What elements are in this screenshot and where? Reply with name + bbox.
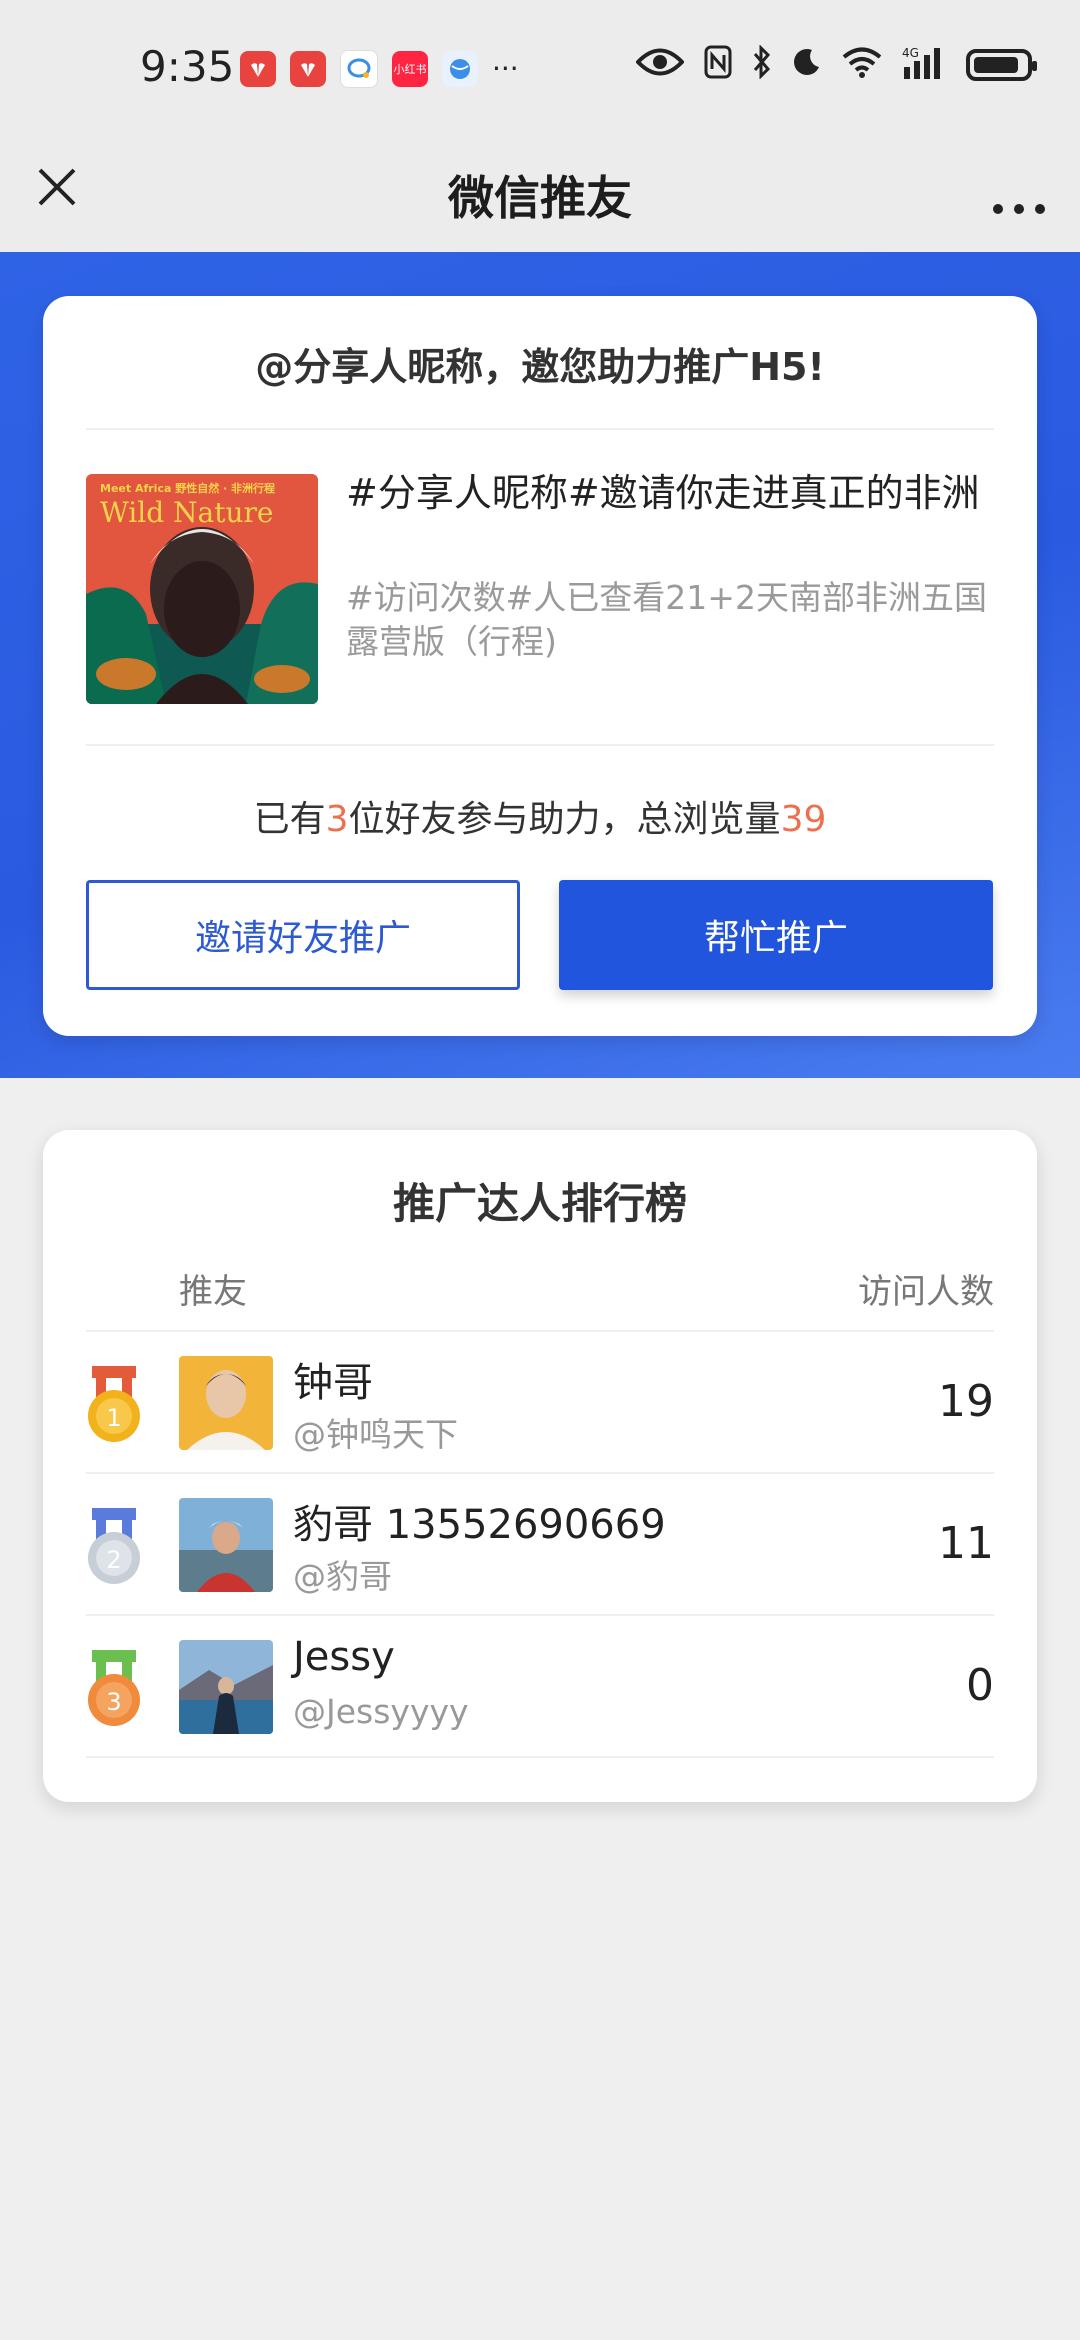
avatar[interactable]: [179, 1356, 273, 1450]
invite-friends-button[interactable]: 邀请好友推广: [86, 880, 520, 990]
more-notifications-icon: ···: [492, 52, 519, 85]
column-header-visits: 访问人数: [858, 1272, 994, 1312]
visit-count: 19: [938, 1376, 994, 1427]
share-heading: @分享人昵称，邀您助力推广H5!: [255, 345, 825, 389]
stats-middle: 位好友参与助力，总浏览量: [348, 799, 781, 840]
chat-app-icon: [340, 50, 378, 88]
visit-count: 0: [966, 1660, 994, 1711]
gold-medal-icon: 1: [86, 1366, 142, 1446]
silver-medal-icon: 2: [86, 1508, 142, 1588]
help-promote-button[interactable]: 帮忙推广: [559, 880, 993, 990]
wifi-icon: [842, 46, 882, 84]
item-subtitle: #访问次数#人已查看21+2天南部非洲五国 露营版（行程): [346, 578, 987, 661]
ranking-title: 推广达人排行榜: [392, 1179, 687, 1228]
user-handle: @钟鸣天下: [293, 1415, 458, 1454]
ranking-row[interactable]: 3 Jessy @Jessyyyy 0: [86, 1614, 994, 1758]
battery-icon: [966, 49, 1037, 81]
avatar[interactable]: [179, 1640, 273, 1734]
help-stats: 已有3位好友参与助力，总浏览量39: [43, 790, 1037, 842]
cover-title: Wild Nature: [100, 496, 273, 529]
user-name: 豹哥 13552690669: [293, 1502, 666, 1548]
cover-image[interactable]: Meet Africa 野性自然 · 非洲行程 Wild Nature: [86, 474, 318, 704]
svg-text:2: 2: [106, 1546, 121, 1574]
stats-prefix: 已有: [253, 799, 326, 840]
divider: [86, 744, 994, 746]
huawei-app-icon: [240, 51, 276, 87]
user-handle: @Jessyyyy: [293, 1692, 469, 1731]
friends-count: 3: [325, 799, 349, 840]
xiaohongshu-icon: 小红书: [392, 51, 428, 87]
item-title[interactable]: #分享人昵称#邀请你走进真正的非洲: [346, 468, 996, 518]
nfc-icon: [704, 45, 732, 85]
divider: [86, 1756, 994, 1758]
more-menu-icon[interactable]: [992, 180, 1046, 226]
status-time: 9:35: [140, 42, 235, 91]
ranking-row[interactable]: 1 钟哥 @钟鸣天下 19: [86, 1330, 994, 1474]
ranking-row[interactable]: 2 豹哥 13552690669 @豹哥 11: [86, 1472, 994, 1616]
bluetooth-icon: [752, 44, 772, 85]
svg-text:1: 1: [106, 1404, 121, 1432]
page-title: 微信推友: [448, 171, 632, 225]
huawei-app-icon: [290, 51, 326, 87]
browser-icon: [442, 51, 478, 87]
cover-tagline: Meet Africa 野性自然 · 非洲行程: [100, 481, 275, 495]
notification-icons: 小红书 ···: [240, 50, 519, 88]
moon-icon: [792, 47, 822, 83]
svg-text:3: 3: [106, 1688, 121, 1716]
bronze-medal-icon: 3: [86, 1650, 142, 1730]
visit-count: 11: [938, 1518, 994, 1569]
svg-text:4G: 4G: [902, 46, 919, 60]
status-bar: 9:35 小红书 ··· 4G: [0, 0, 1080, 140]
system-icons: 4G: [635, 44, 1037, 85]
share-card: @分享人昵称，邀您助力推广H5! Meet Africa 野性自然 · 非洲行程…: [43, 296, 1037, 1036]
divider: [86, 428, 994, 430]
nav-bar: 微信推友: [0, 140, 1080, 253]
ranking-card: 推广达人排行榜 推友 访问人数 1 钟哥 @钟鸣天下 19 2 豹哥 13552…: [43, 1130, 1037, 1802]
eye-icon: [635, 47, 685, 83]
user-handle: @豹哥: [293, 1557, 392, 1596]
column-header-user: 推友: [179, 1272, 247, 1312]
signal-icon: 4G: [902, 45, 946, 85]
user-name: 钟哥: [293, 1360, 373, 1406]
total-views: 39: [780, 799, 827, 840]
user-name: Jessy: [293, 1634, 395, 1680]
avatar[interactable]: [179, 1498, 273, 1592]
